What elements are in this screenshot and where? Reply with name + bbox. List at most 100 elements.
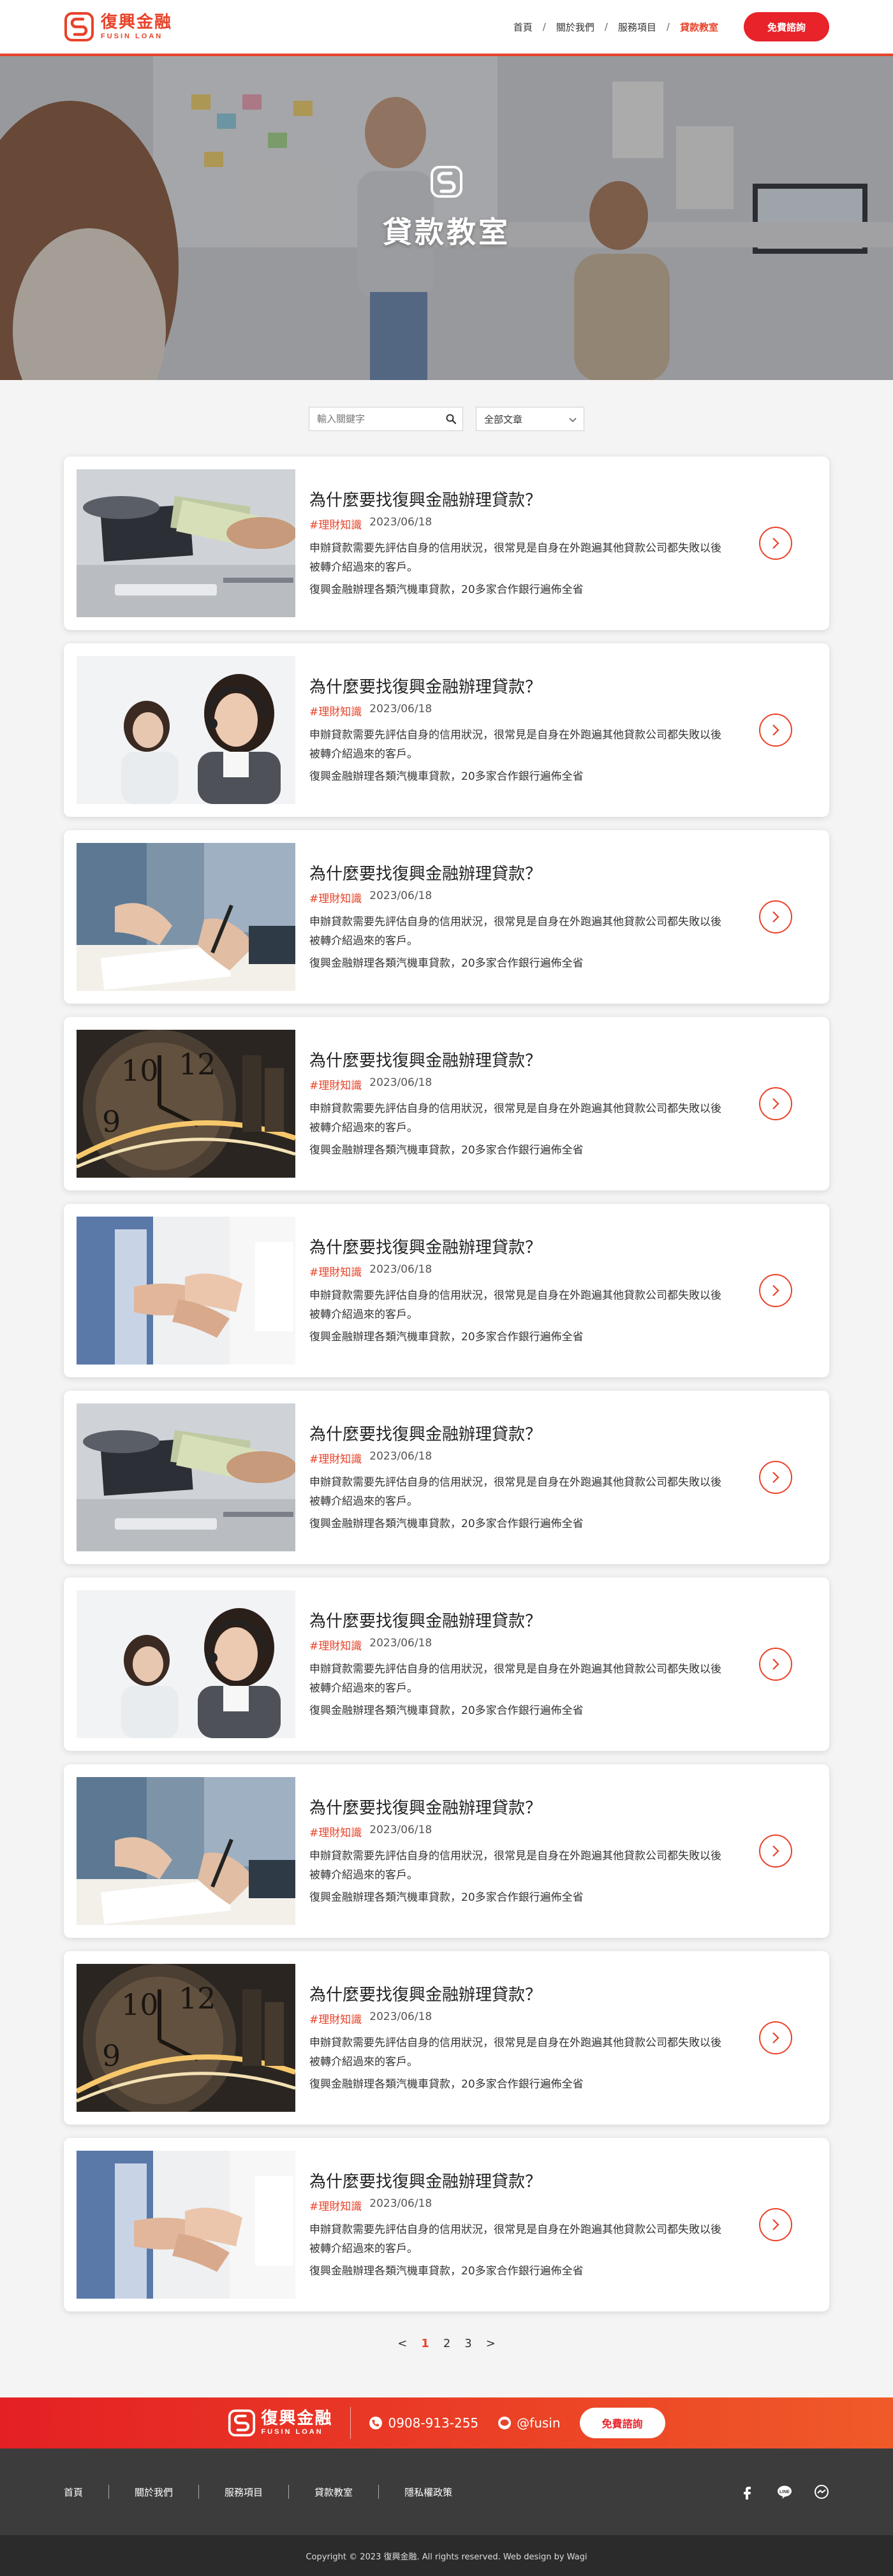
article-tag[interactable]: #理財知識: [309, 703, 362, 719]
article-date: 2023/06/18: [369, 1263, 432, 1277]
free-consult-button[interactable]: 免費諮詢: [744, 12, 829, 41]
read-more-button[interactable]: [759, 1087, 792, 1120]
article-title: 為什麼要找復興金融辦理貸款？: [309, 865, 542, 884]
footer-free-consult-button[interactable]: 免費諮詢: [579, 2408, 665, 2438]
article-tag[interactable]: #理財知識: [309, 1076, 362, 1092]
team-handshake-image: [77, 2151, 295, 2299]
nav-item-loan-class[interactable]: 貸款教室: [674, 20, 725, 34]
article-title: 為什麼要找復興金融辦理貸款？: [309, 1986, 542, 2005]
article-title: 為什麼要找復興金融辦理貸款？: [309, 1612, 542, 1632]
copyright: Copyright © 2023 復興金融. All rights reserv…: [0, 2535, 893, 2576]
read-more-button[interactable]: [759, 900, 792, 933]
article-date: 2023/06/18: [369, 703, 432, 716]
chevron-right-icon: [772, 2032, 779, 2044]
article-tag[interactable]: #理財知識: [309, 889, 362, 905]
clock-city-image: 10 12 9: [77, 1030, 295, 1178]
page-title: 貸款教室: [383, 215, 510, 249]
pagination-prev[interactable]: <: [395, 2337, 410, 2350]
search-icon[interactable]: [445, 413, 457, 425]
chevron-right-icon: [772, 911, 779, 923]
pagination-next[interactable]: >: [483, 2337, 498, 2350]
article-thumbnail: [77, 469, 295, 617]
article-card[interactable]: 為什麼要找復興金融辦理貸款？ #理財知識 2023/06/18 申辦貸款需要先評…: [64, 2138, 829, 2311]
article-excerpt: 申辦貸款需要先評估自身的信用狀況，很常見是自身在外跑遍其他貸款公司都失敗以後被轉…: [309, 729, 721, 761]
article-card[interactable]: 10 12 9 為什麼要找復興金融辦理貸款？ #理財知識 2023/06/18 申辦…: [64, 1951, 829, 2125]
article-excerpt: 申辦貸款需要先評估自身的信用狀況，很常見是自身在外跑遍其他貸款公司都失敗以後被轉…: [309, 1663, 721, 1695]
footer-link-loan-class[interactable]: 貸款教室: [289, 2485, 378, 2499]
nav-item-home[interactable]: 首頁: [507, 20, 539, 34]
read-more-button[interactable]: [759, 1648, 792, 1681]
article-card[interactable]: 為什麼要找復興金融辦理貸款？ #理財知識 2023/06/18 申辦貸款需要先評…: [64, 1204, 829, 1377]
svg-text:9: 9: [102, 1104, 121, 1139]
pagination-page-2[interactable]: 2: [441, 2337, 453, 2350]
footer-link-services[interactable]: 服務項目: [199, 2485, 288, 2499]
article-tag[interactable]: #理財知識: [309, 1824, 362, 1840]
article-tag[interactable]: #理財知識: [309, 1637, 362, 1653]
article-date: 2023/06/18: [369, 2010, 432, 2024]
svg-text:LINE: LINE: [779, 2490, 790, 2494]
line-icon[interactable]: LINE: [777, 2484, 792, 2499]
nav-item-about[interactable]: 關於我們: [550, 20, 601, 34]
search-input[interactable]: [309, 407, 463, 431]
article-date: 2023/06/18: [369, 516, 432, 529]
chevron-right-icon: [772, 1472, 779, 1483]
call-center-image: [77, 1590, 295, 1738]
article-tag[interactable]: #理財知識: [309, 1263, 362, 1279]
line-link[interactable]: @fusin: [498, 2415, 561, 2431]
article-excerpt: 申辦貸款需要先評估自身的信用狀況，很常見是自身在外跑遍其他貸款公司都失敗以後被轉…: [309, 1850, 721, 1882]
facebook-icon[interactable]: [740, 2484, 755, 2499]
read-more-button[interactable]: [759, 1461, 792, 1494]
article-title: 為什麼要找復興金融辦理貸款？: [309, 491, 542, 511]
article-excerpt-secondary: 復興金融辦理各類汽機車貸款，20多家合作銀行遍佈全省: [309, 1330, 584, 1343]
read-more-button[interactable]: [759, 714, 792, 747]
article-title: 為什麼要找復興金融辦理貸款？: [309, 678, 542, 698]
article-title: 為什麼要找復興金融辦理貸款？: [309, 1238, 542, 1258]
read-more-button[interactable]: [759, 1274, 792, 1307]
hero-banner: 貸款教室: [0, 56, 893, 380]
pagination-page-3[interactable]: 3: [462, 2337, 474, 2350]
article-card[interactable]: 為什麼要找復興金融辦理貸款？ #理財知識 2023/06/18 申辦貸款需要先評…: [64, 830, 829, 1004]
read-more-button[interactable]: [759, 527, 792, 560]
article-thumbnail: [77, 1217, 295, 1365]
article-tag[interactable]: #理財知識: [309, 516, 362, 532]
read-more-button[interactable]: [759, 2021, 792, 2054]
article-list: 為什麼要找復興金融辦理貸款？ #理財知識 2023/06/18 申辦貸款需要先評…: [64, 457, 829, 2311]
messenger-icon[interactable]: [814, 2484, 829, 2499]
phone-link[interactable]: 0908-913-255: [369, 2415, 478, 2431]
chevron-right-icon: [772, 1098, 779, 1109]
svg-text:9: 9: [102, 2038, 121, 2073]
footer-nav: 首頁 關於我們 服務項目 貸款教室 隱私權政策: [64, 2485, 478, 2499]
logo[interactable]: 復興金融 FUSIN LOAN: [64, 11, 172, 42]
footer-logo[interactable]: 復興金融 FUSIN LOAN: [228, 2409, 332, 2437]
article-card[interactable]: 為什麼要找復興金融辦理貸款？ #理財知識 2023/06/18 申辦貸款需要先評…: [64, 643, 829, 817]
brand-logo-icon: [64, 12, 94, 41]
pagination: < 1 2 3 >: [0, 2337, 893, 2350]
category-select[interactable]: 全部文章: [476, 407, 584, 431]
chevron-down-icon: [569, 418, 577, 423]
chevron-right-icon: [772, 1845, 779, 1857]
hero-logo-icon: [431, 166, 462, 198]
article-tag[interactable]: #理財知識: [309, 1450, 362, 1466]
nav-item-services[interactable]: 服務項目: [612, 20, 663, 34]
pagination-page-1[interactable]: 1: [418, 2337, 432, 2350]
read-more-button[interactable]: [759, 2208, 792, 2241]
article-tag[interactable]: #理財知識: [309, 2197, 362, 2213]
main-nav: 首頁 / 關於我們 / 服務項目 / 貸款教室 免費諮詢: [507, 12, 829, 41]
article-excerpt-secondary: 復興金融辦理各類汽機車貸款，20多家合作銀行遍佈全省: [309, 1143, 584, 1157]
brand-logo-icon: [228, 2409, 256, 2437]
footer-link-about[interactable]: 關於我們: [109, 2485, 198, 2499]
article-thumbnail: [77, 1590, 295, 1738]
article-card[interactable]: 為什麼要找復興金融辦理貸款？ #理財知識 2023/06/18 申辦貸款需要先評…: [64, 457, 829, 630]
read-more-button[interactable]: [759, 1834, 792, 1868]
article-excerpt-secondary: 復興金融辦理各類汽機車貸款，20多家合作銀行遍佈全省: [309, 2077, 584, 2091]
article-card[interactable]: 為什麼要找復興金融辦理貸款？ #理財知識 2023/06/18 申辦貸款需要先評…: [64, 1577, 829, 1751]
footer-link-home[interactable]: 首頁: [64, 2485, 108, 2499]
nav-separator: /: [604, 21, 608, 33]
chevron-right-icon: [772, 1658, 779, 1670]
article-card[interactable]: 為什麼要找復興金融辦理貸款？ #理財知識 2023/06/18 申辦貸款需要先評…: [64, 1764, 829, 1938]
team-handshake-image: [77, 1217, 295, 1365]
article-tag[interactable]: #理財知識: [309, 2010, 362, 2026]
article-card[interactable]: 為什麼要找復興金融辦理貸款？ #理財知識 2023/06/18 申辦貸款需要先評…: [64, 1391, 829, 1564]
article-card[interactable]: 10 12 9 為什麼要找復興金融辦理貸款？ #理財知識 2023/06/18 申辦…: [64, 1017, 829, 1190]
footer-link-privacy[interactable]: 隱私權政策: [379, 2485, 478, 2499]
